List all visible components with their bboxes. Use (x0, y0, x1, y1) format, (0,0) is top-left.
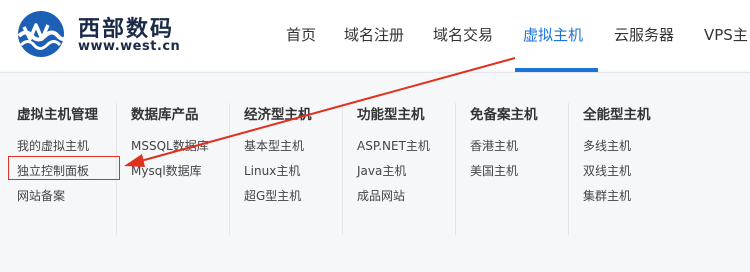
menu-link-basic-host[interactable]: 基本型主机 (244, 137, 304, 154)
menu-link-us-host[interactable]: 美国主机 (470, 162, 518, 179)
logo-url: www.west.cn (78, 39, 181, 54)
logo-wave-icon (17, 11, 70, 57)
menu-link-cluster-host[interactable]: 集群主机 (583, 187, 631, 204)
virtual-host-dropdown: 虚拟主机管理 我的虚拟主机 独立控制面板 网站备案 数据库产品 MSSQL数据库… (0, 72, 750, 272)
column-divider (229, 103, 230, 235)
menu-link-java-host[interactable]: Java主机 (357, 162, 406, 179)
nav-domain-trade[interactable]: 域名交易 (433, 24, 493, 45)
column-divider (342, 103, 343, 235)
menu-link-my-virtual-host[interactable]: 我的虚拟主机 (17, 137, 89, 154)
menu-link-mysql[interactable]: Mysql数据库 (131, 162, 202, 179)
menu-column-title: 功能型主机 (357, 107, 425, 123)
menu-link-hongkong-host[interactable]: 香港主机 (470, 137, 518, 154)
menu-link-dual-line-host[interactable]: 双线主机 (583, 162, 631, 179)
menu-link-linux-host[interactable]: Linux主机 (244, 162, 300, 179)
column-divider (455, 103, 456, 235)
menu-link-super-g-host[interactable]: 超G型主机 (244, 187, 301, 204)
nav-home[interactable]: 首页 (286, 24, 316, 45)
nav-virtual-host[interactable]: 虚拟主机 (523, 24, 583, 45)
nav-cloud-server[interactable]: 云服务器 (614, 24, 674, 45)
menu-column-title: 全能型主机 (583, 107, 651, 123)
menu-column-title: 免备案主机 (470, 107, 538, 123)
menu-link-ready-site[interactable]: 成品网站 (357, 187, 405, 204)
menu-link-multi-line-host[interactable]: 多线主机 (583, 137, 631, 154)
menu-column-title: 经济型主机 (244, 107, 312, 123)
site-header: 西部数码 www.west.cn 首页 域名注册 域名交易 虚拟主机 云服务器 … (0, 0, 750, 72)
menu-column-title: 数据库产品 (131, 107, 199, 123)
menu-link-aspnet-host[interactable]: ASP.NET主机 (357, 137, 430, 154)
column-divider (568, 103, 569, 235)
nav-vps[interactable]: VPS主 (704, 24, 748, 45)
site-logo[interactable]: 西部数码 www.west.cn (16, 9, 206, 59)
menu-column-title: 虚拟主机管理 (17, 107, 98, 123)
annotation-highlight-box (8, 156, 120, 180)
nav-domain-register[interactable]: 域名注册 (344, 24, 404, 45)
menu-link-mssql[interactable]: MSSQL数据库 (131, 137, 209, 154)
menu-link-website-filing[interactable]: 网站备案 (17, 187, 65, 204)
